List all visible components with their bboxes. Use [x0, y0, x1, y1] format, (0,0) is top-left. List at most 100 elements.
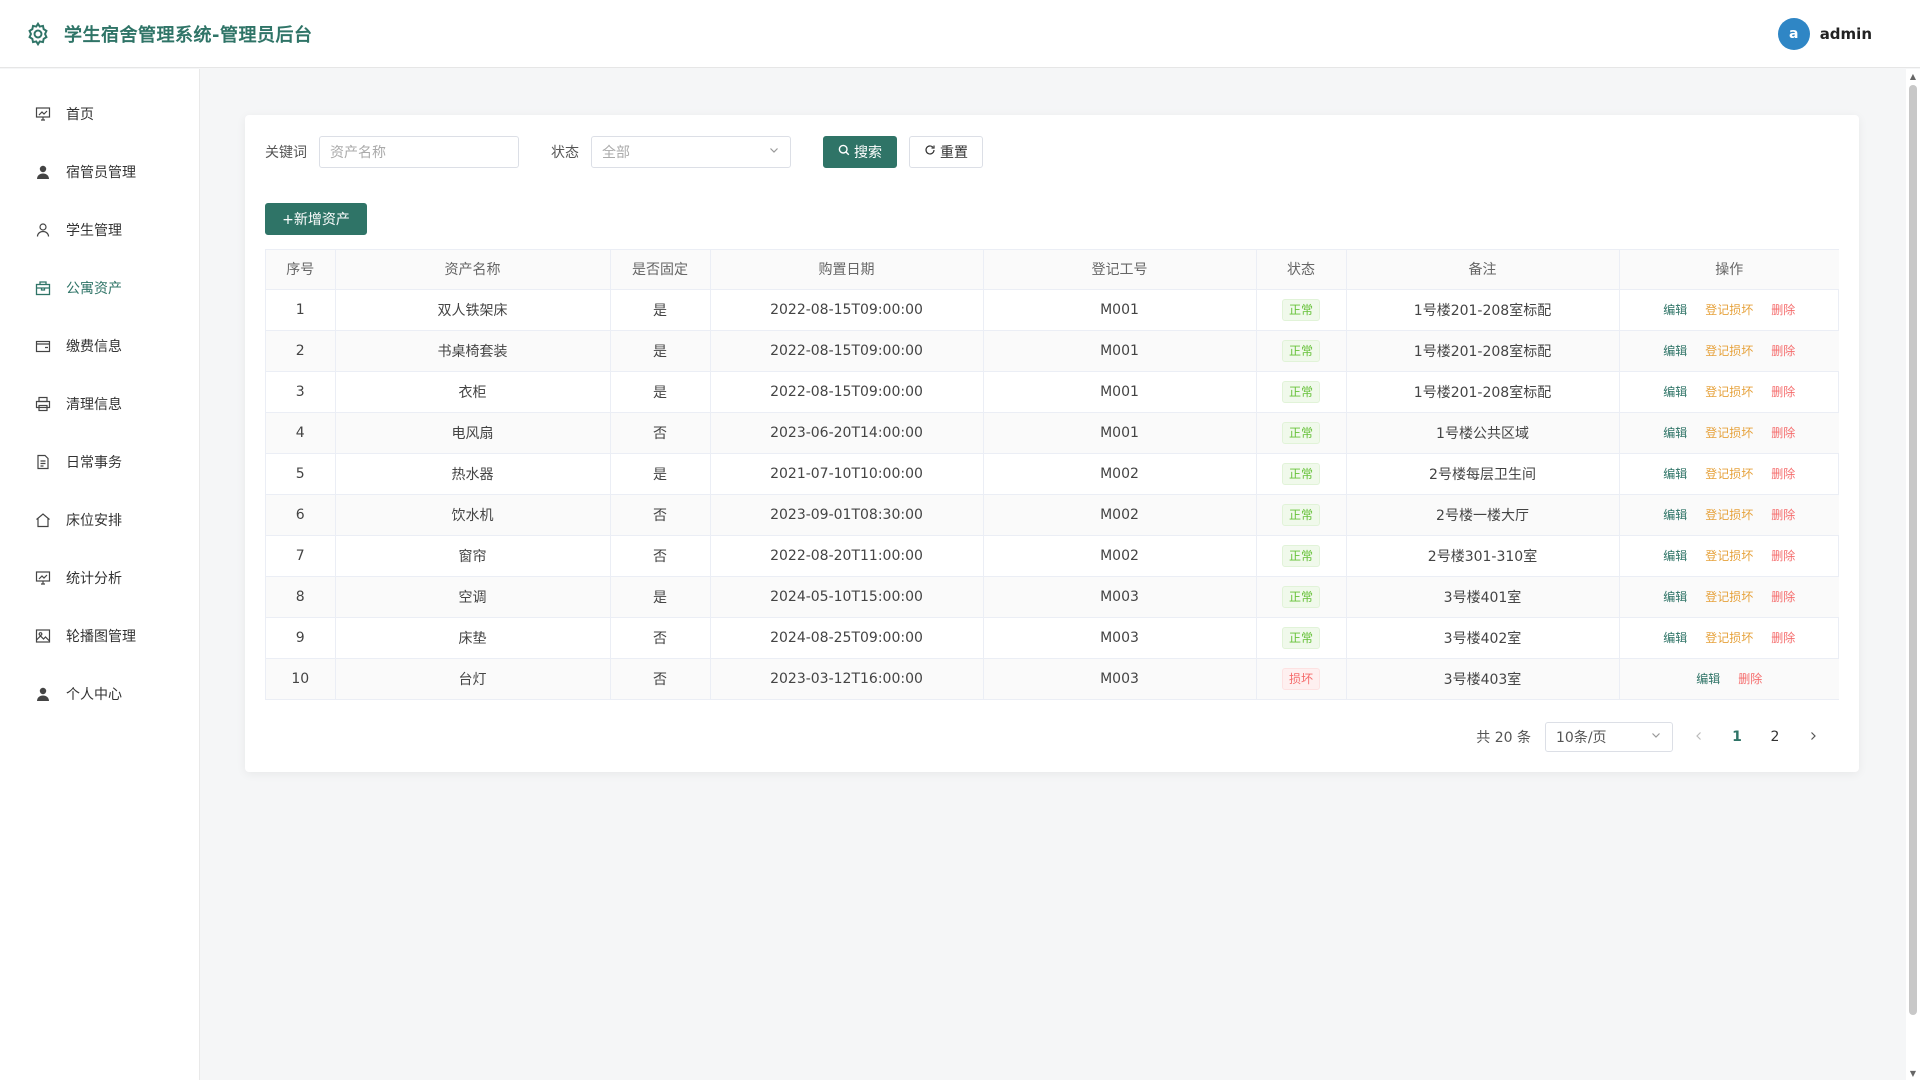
cell-status: 正常 — [1256, 576, 1347, 618]
register-damage-button[interactable]: 登记损坏 — [1705, 588, 1753, 605]
document-icon — [34, 453, 52, 471]
cell-remark: 3号楼402室 — [1346, 617, 1620, 659]
keyword-input[interactable]: 资产名称 — [319, 136, 519, 168]
sidebar-item-payments[interactable]: 缴费信息 — [0, 317, 199, 375]
edit-button[interactable]: 编辑 — [1663, 629, 1687, 646]
page-size-select[interactable]: 10条/页 — [1545, 722, 1673, 752]
cell-actions: 编辑 登记损坏 删除 — [1619, 412, 1839, 454]
main-content: 关键词 资产名称 状态 全部 搜索 重置 +新增资产 序号 资产名称 是否固定 … — [200, 69, 1920, 1080]
page-number-1[interactable]: 1 — [1725, 729, 1749, 745]
delete-button[interactable]: 删除 — [1771, 424, 1795, 441]
cell-name: 书桌椅套装 — [335, 330, 611, 372]
cell-date: 2022-08-15T09:00:00 — [710, 289, 984, 331]
cell-status: 正常 — [1256, 535, 1347, 577]
cell-fixed: 是 — [610, 453, 711, 495]
register-damage-button[interactable]: 登记损坏 — [1705, 383, 1753, 400]
status-badge: 正常 — [1281, 585, 1320, 608]
cell-name: 电风扇 — [335, 412, 611, 454]
delete-button[interactable]: 删除 — [1771, 465, 1795, 482]
delete-button[interactable]: 删除 — [1771, 342, 1795, 359]
delete-button[interactable]: 删除 — [1771, 588, 1795, 605]
register-damage-button[interactable]: 登记损坏 — [1705, 465, 1753, 482]
chart-icon — [34, 569, 52, 587]
row-actions: 编辑 登记损坏 删除 — [1663, 383, 1795, 400]
cell-date: 2021-07-10T10:00:00 — [710, 453, 984, 495]
delete-button[interactable]: 删除 — [1771, 629, 1795, 646]
edit-button[interactable]: 编辑 — [1663, 465, 1687, 482]
cell-no: 4 — [266, 412, 336, 454]
scrollbar-thumb[interactable] — [1909, 85, 1917, 1015]
add-asset-button[interactable]: +新增资产 — [265, 203, 367, 235]
cell-remark: 1号楼公共区域 — [1346, 412, 1620, 454]
reset-button-label: 重置 — [940, 145, 968, 161]
chevron-right-icon — [1808, 729, 1818, 745]
scroll-down-icon[interactable]: ▼ — [1908, 1068, 1918, 1078]
search-button-label: 搜索 — [854, 145, 882, 161]
edit-button[interactable]: 编辑 — [1663, 547, 1687, 564]
sidebar-item-home[interactable]: 首页 — [0, 85, 199, 143]
keyword-placeholder: 资产名称 — [330, 145, 386, 161]
delete-button[interactable]: 删除 — [1771, 547, 1795, 564]
sidebar-item-assets[interactable]: 公寓资产 — [0, 259, 199, 317]
cell-fixed: 是 — [610, 330, 711, 372]
sidebar-item-beds[interactable]: 床位安排 — [0, 491, 199, 549]
cell-status: 正常 — [1256, 289, 1347, 331]
cell-name: 饮水机 — [335, 494, 611, 536]
sidebar-item-profile[interactable]: 个人中心 — [0, 665, 199, 723]
cell-name: 窗帘 — [335, 535, 611, 577]
delete-button[interactable]: 删除 — [1738, 670, 1762, 687]
register-damage-button[interactable]: 登记损坏 — [1705, 301, 1753, 318]
cell-staff: M001 — [983, 371, 1257, 413]
register-damage-button[interactable]: 登记损坏 — [1705, 547, 1753, 564]
chevron-down-icon — [768, 144, 780, 160]
register-damage-button[interactable]: 登记损坏 — [1705, 629, 1753, 646]
delete-button[interactable]: 删除 — [1771, 383, 1795, 400]
register-damage-button[interactable]: 登记损坏 — [1705, 506, 1753, 523]
edit-button[interactable]: 编辑 — [1663, 424, 1687, 441]
page-scrollbar[interactable]: ▲ ▼ — [1906, 69, 1920, 1080]
scroll-up-icon[interactable]: ▲ — [1908, 71, 1918, 81]
edit-button[interactable]: 编辑 — [1663, 506, 1687, 523]
cell-actions: 编辑 登记损坏 删除 — [1619, 330, 1839, 372]
filter-bar: 关键词 资产名称 状态 全部 搜索 重置 — [265, 135, 1839, 169]
cell-no: 1 — [266, 289, 336, 331]
register-damage-button[interactable]: 登记损坏 — [1705, 424, 1753, 441]
edit-button[interactable]: 编辑 — [1663, 383, 1687, 400]
user-menu[interactable]: a admin — [1777, 17, 1872, 50]
edit-button[interactable]: 编辑 — [1663, 301, 1687, 318]
username[interactable]: admin — [1820, 25, 1872, 43]
cell-date: 2024-05-10T15:00:00 — [710, 576, 984, 618]
sidebar-item-dorm-staff[interactable]: 宿管员管理 — [0, 143, 199, 201]
search-button[interactable]: 搜索 — [823, 136, 897, 168]
prev-page-button[interactable] — [1687, 729, 1711, 745]
cell-fixed: 否 — [610, 412, 711, 454]
delete-button[interactable]: 删除 — [1771, 301, 1795, 318]
avatar[interactable]: a — [1777, 17, 1810, 50]
page-number-2[interactable]: 2 — [1763, 729, 1787, 745]
register-damage-button[interactable]: 登记损坏 — [1705, 342, 1753, 359]
status-badge: 正常 — [1281, 462, 1320, 485]
sidebar-item-carousel[interactable]: 轮播图管理 — [0, 607, 199, 665]
cell-no: 2 — [266, 330, 336, 372]
status-badge: 正常 — [1281, 380, 1320, 403]
sidebar-item-statistics[interactable]: 统计分析 — [0, 549, 199, 607]
edit-button[interactable]: 编辑 — [1696, 670, 1720, 687]
search-icon — [838, 144, 850, 160]
edit-button[interactable]: 编辑 — [1663, 342, 1687, 359]
pagination: 共 20 条 10条/页 1 2 — [265, 722, 1839, 752]
user-icon — [34, 163, 52, 181]
table-row: 1 双人铁架床是 2022-08-15T09:00:00 M001 正常 1号楼201-2… — [266, 289, 1839, 331]
cell-no: 9 — [266, 617, 336, 659]
edit-button[interactable]: 编辑 — [1663, 588, 1687, 605]
delete-button[interactable]: 删除 — [1771, 506, 1795, 523]
status-select[interactable]: 全部 — [591, 136, 791, 168]
sidebar-item-students[interactable]: 学生管理 — [0, 201, 199, 259]
chevron-down-icon — [1650, 729, 1662, 745]
next-page-button[interactable] — [1801, 729, 1825, 745]
sidebar-item-cleaning[interactable]: 清理信息 — [0, 375, 199, 433]
box-icon — [34, 279, 52, 297]
status-label: 状态 — [551, 145, 579, 161]
sidebar-item-daily-affairs[interactable]: 日常事务 — [0, 433, 199, 491]
cell-date: 2024-08-25T09:00:00 — [710, 617, 984, 659]
reset-button[interactable]: 重置 — [909, 136, 983, 168]
